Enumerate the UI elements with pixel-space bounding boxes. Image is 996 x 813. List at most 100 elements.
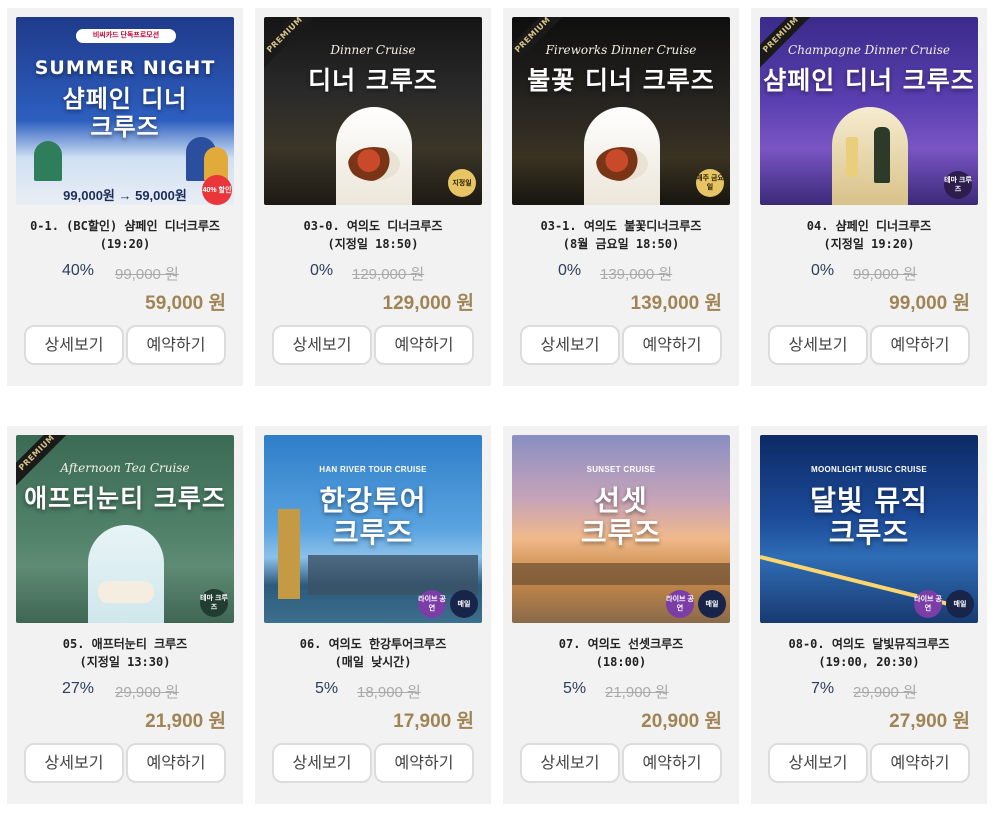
reserve-button[interactable]: 예약하기 xyxy=(374,743,474,783)
theme-badge: 테마 크루즈 xyxy=(200,589,228,617)
product-subtitle: (18:00) xyxy=(595,655,647,669)
image-heading-line2: 크루즈 xyxy=(580,516,662,549)
sale-price: 17,900 원 xyxy=(393,711,474,732)
reserve-button[interactable]: 예약하기 xyxy=(622,743,722,783)
product-image[interactable]: PREMIUM Dinner Cruise 디너 크루즈 지정일 xyxy=(264,17,482,205)
product-name[interactable]: 03-0. 여의도 디너크루즈 (지정일 18:50) xyxy=(261,217,485,253)
reserve-button[interactable]: 예약하기 xyxy=(870,325,970,365)
date-badge: 매주 금요일 xyxy=(696,169,724,197)
product-image[interactable]: PREMIUM Fireworks Dinner Cruise 불꽃 디너 크루… xyxy=(512,17,730,205)
detail-button[interactable]: 상세보기 xyxy=(520,325,620,365)
dish-photo xyxy=(596,147,648,181)
product-title: 06. 여의도 한강투어크루즈 xyxy=(299,637,447,651)
product-name[interactable]: 05. 애프터눈티 크루즈 (지정일 13:30) xyxy=(13,635,237,671)
reserve-button[interactable]: 예약하기 xyxy=(126,743,226,783)
product-card: MOONLIGHT MUSIC CRUISE 달빛 뮤직 크루즈 라이브 공연 … xyxy=(751,426,987,804)
reserve-button[interactable]: 예약하기 xyxy=(126,325,226,365)
dish-photo xyxy=(348,147,400,181)
image-small-heading: HAN RIVER TOUR CRUISE xyxy=(319,465,427,474)
sale-price: 129,000 원 xyxy=(382,293,474,314)
product-grid: 비씨카드 단독프로모션 SUMMER NIGHT 샴페인 디너 크루즈 99,0… xyxy=(0,0,996,813)
champagne-glass xyxy=(846,137,858,177)
detail-button[interactable]: 상세보기 xyxy=(768,325,868,365)
detail-button[interactable]: 상세보기 xyxy=(24,743,124,783)
product-name[interactable]: 08-0. 여의도 달빛뮤직크루즈 (19:00, 20:30) xyxy=(757,635,981,671)
original-price: 21,900 원 xyxy=(605,684,669,701)
original-price: 18,900 원 xyxy=(357,684,421,701)
promo-top-badge: 비씨카드 단독프로모션 xyxy=(76,29,176,43)
discount-rate: 5% xyxy=(563,680,587,697)
sale-price: 59,000 원 xyxy=(145,293,226,314)
live-badge: 라이브 공연 xyxy=(666,590,694,618)
product-name[interactable]: 03-1. 여의도 불꽃디너크루즈 (8월 금요일 18:50) xyxy=(509,217,733,253)
discount-rate: 0% xyxy=(558,262,582,279)
reserve-button[interactable]: 예약하기 xyxy=(870,743,970,783)
product-subtitle: (8월 금요일 18:50) xyxy=(562,237,680,251)
image-heading-line2: 크루즈 xyxy=(828,516,910,549)
original-price: 139,000 원 xyxy=(600,266,673,283)
product-image[interactable]: 비씨카드 단독프로모션 SUMMER NIGHT 샴페인 디너 크루즈 99,0… xyxy=(16,17,234,205)
daily-badge: 매일 xyxy=(946,590,974,618)
original-price: 99,000 원 xyxy=(853,266,917,283)
reserve-button[interactable]: 예약하기 xyxy=(374,325,474,365)
daily-badge: 매일 xyxy=(698,590,726,618)
discount-rate: 27% xyxy=(62,680,95,697)
discount-rate: 40% xyxy=(62,262,95,279)
detail-button[interactable]: 상세보기 xyxy=(24,325,124,365)
product-subtitle: (지정일 18:50) xyxy=(327,237,419,251)
people-illustration xyxy=(26,137,228,181)
product-card: SUNSET CRUISE 선셋 크루즈 라이브 공연 매일 07. 여의도 선… xyxy=(503,426,739,804)
image-heading: 불꽃 디너 크루즈 xyxy=(527,66,715,95)
product-image[interactable]: PREMIUM Afternoon Tea Cruise 애프터눈티 크루즈 테… xyxy=(16,435,234,623)
image-script-title: Dinner Cruise xyxy=(330,43,416,57)
product-card: 비씨카드 단독프로모션 SUMMER NIGHT 샴페인 디너 크루즈 99,0… xyxy=(7,8,243,386)
product-title: 07. 여의도 선셋크루즈 xyxy=(558,637,684,651)
product-name[interactable]: 06. 여의도 한강투어크루즈 (매일 낮시간) xyxy=(261,635,485,671)
product-image[interactable]: SUNSET CRUISE 선셋 크루즈 라이브 공연 매일 xyxy=(512,435,730,623)
product-card: HAN RIVER TOUR CRUISE 한강투어 크루즈 라이브 공연 매일… xyxy=(255,426,491,804)
tea-set xyxy=(98,581,154,603)
sale-price: 139,000 원 xyxy=(630,293,722,314)
product-card: PREMIUM Champagne Dinner Cruise 샴페인 디너 크… xyxy=(751,8,987,386)
product-name[interactable]: 0-1. (BC할인) 샴페인 디너크루즈 (19:20) xyxy=(13,217,237,253)
dish-arch xyxy=(584,107,660,205)
original-price: 29,900 원 xyxy=(115,684,179,701)
product-title: 03-1. 여의도 불꽃디너크루즈 xyxy=(540,219,702,233)
product-subtitle: (매일 낮시간) xyxy=(334,655,412,669)
product-card: PREMIUM Fireworks Dinner Cruise 불꽃 디너 크루… xyxy=(503,8,739,386)
sale-price: 21,900 원 xyxy=(145,711,226,732)
skyline xyxy=(278,509,300,599)
sale-price: 20,900 원 xyxy=(641,711,722,732)
live-badge: 라이브 공연 xyxy=(418,590,446,618)
product-title: 0-1. (BC할인) 샴페인 디너크루즈 xyxy=(30,219,220,233)
discount-rate: 0% xyxy=(811,262,835,279)
daily-badge: 매일 xyxy=(450,590,478,618)
image-small-heading: SUNSET CRUISE xyxy=(586,465,656,474)
original-price: 29,900 원 xyxy=(853,684,917,701)
champagne-arch xyxy=(832,107,908,205)
product-image[interactable]: MOONLIGHT MUSIC CRUISE 달빛 뮤직 크루즈 라이브 공연 … xyxy=(760,435,978,623)
tea-arch xyxy=(88,525,164,623)
product-subtitle: (지정일 13:30) xyxy=(79,655,171,669)
product-image[interactable]: HAN RIVER TOUR CRUISE 한강투어 크루즈 라이브 공연 매일 xyxy=(264,435,482,623)
champagne-bottle xyxy=(874,127,890,183)
dish-arch xyxy=(336,107,412,205)
image-heading-en: SUMMER NIGHT xyxy=(34,57,216,79)
detail-button[interactable]: 상세보기 xyxy=(272,325,372,365)
product-name[interactable]: 04. 샴페인 디너크루즈 (지정일 19:20) xyxy=(757,217,981,253)
product-image[interactable]: PREMIUM Champagne Dinner Cruise 샴페인 디너 크… xyxy=(760,17,978,205)
discount-rate: 7% xyxy=(811,680,835,697)
detail-button[interactable]: 상세보기 xyxy=(272,743,372,783)
reserve-button[interactable]: 예약하기 xyxy=(622,325,722,365)
image-heading: 디너 크루즈 xyxy=(308,66,438,95)
live-badge: 라이브 공연 xyxy=(914,590,942,618)
product-title: 08-0. 여의도 달빛뮤직크루즈 xyxy=(788,637,950,651)
detail-button[interactable]: 상세보기 xyxy=(520,743,620,783)
product-subtitle: (19:20) xyxy=(99,237,151,251)
theme-badge: 테마 크루즈 xyxy=(944,171,972,199)
product-subtitle: (지정일 19:20) xyxy=(823,237,915,251)
product-name[interactable]: 07. 여의도 선셋크루즈 (18:00) xyxy=(509,635,733,671)
detail-button[interactable]: 상세보기 xyxy=(768,743,868,783)
skyline xyxy=(308,555,478,595)
date-badge: 지정일 xyxy=(448,169,476,197)
